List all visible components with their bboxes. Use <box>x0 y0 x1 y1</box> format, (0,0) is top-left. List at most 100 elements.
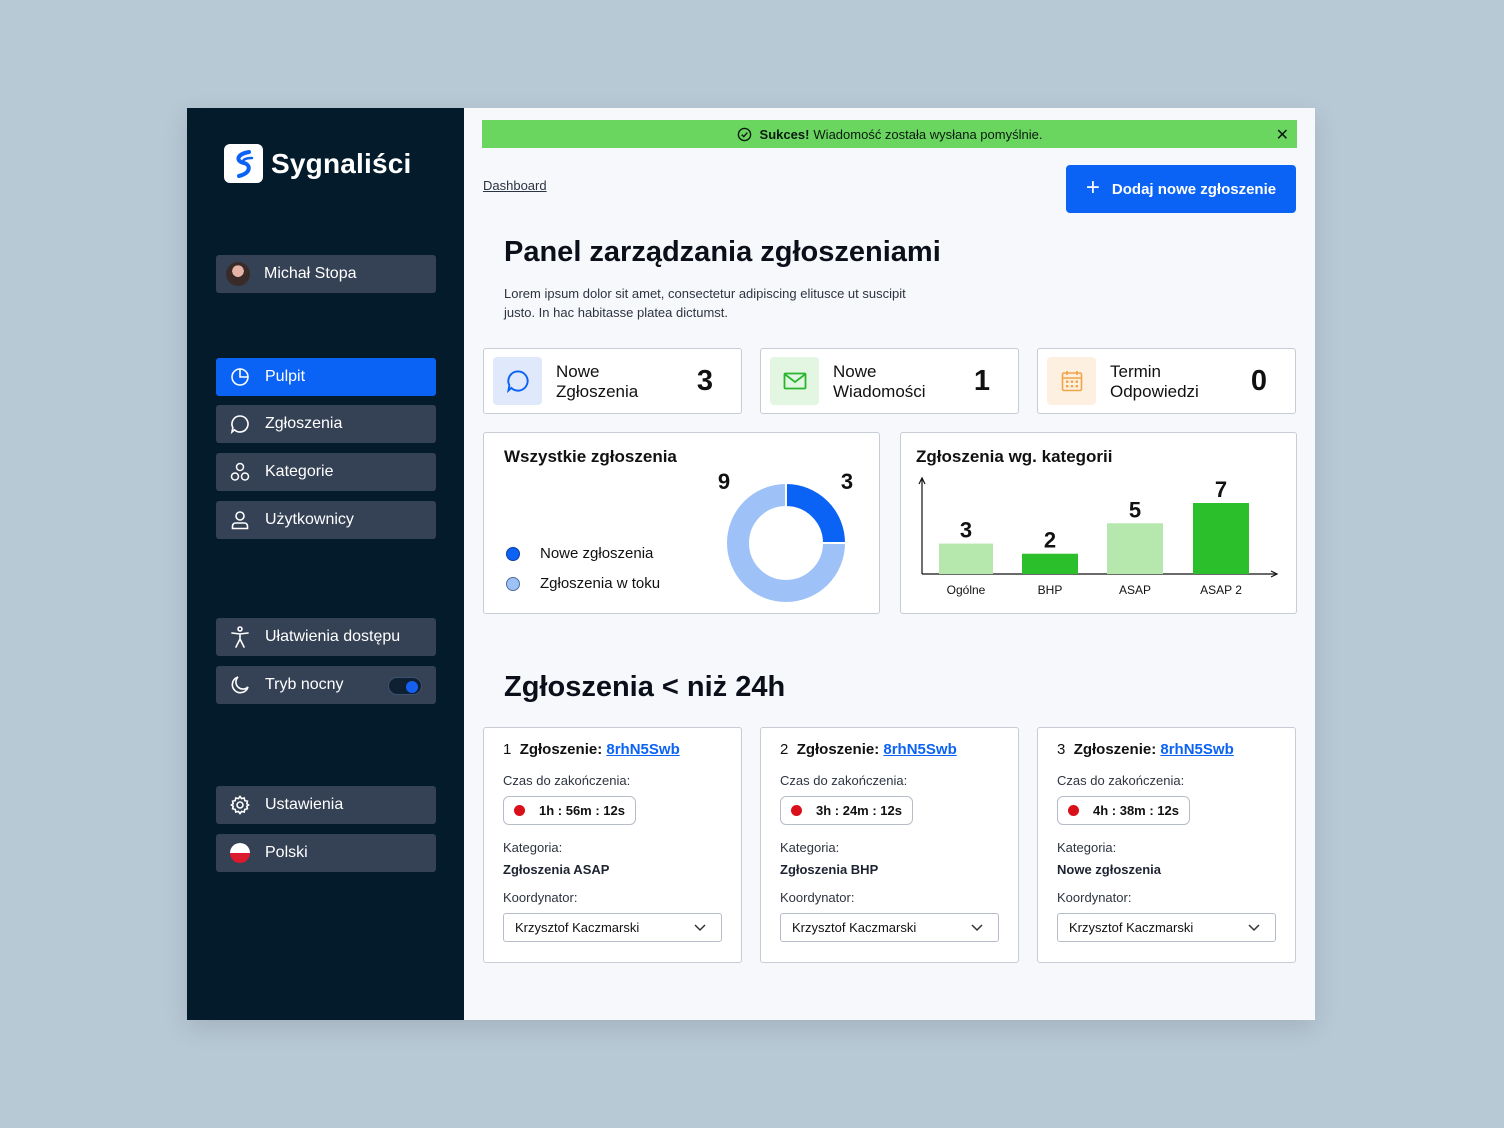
legend-item-new: Nowe zgłoszenia <box>506 545 653 562</box>
close-icon[interactable]: ✕ <box>1276 125 1289 145</box>
coordinator-select[interactable]: Krzysztof Kaczmarski <box>503 913 722 942</box>
night-mode-item: Tryb nocny <box>216 666 436 704</box>
user-icon <box>230 510 250 530</box>
breadcrumb[interactable]: Dashboard <box>483 178 547 193</box>
stat-label: Nowe Wiadomości <box>833 362 926 401</box>
night-mode-label: Tryb nocny <box>265 676 344 693</box>
coordinator-value: Krzysztof Kaczmarski <box>515 920 640 935</box>
stat-card-new-reports[interactable]: Nowe Zgłoszenia 3 <box>483 348 742 414</box>
language-label: Polski <box>265 844 308 861</box>
add-report-label: Dodaj nowe zgłoszenie <box>1111 180 1277 198</box>
ticket-label: Zgłoszenie: <box>1073 741 1157 758</box>
legend-label: Nowe zgłoszenia <box>540 545 654 562</box>
stat-label: Nowe Zgłoszenia <box>556 362 639 401</box>
sidebar-item-label: Zgłoszenia <box>265 415 343 432</box>
gear-icon <box>230 795 250 815</box>
bar-value-label: 2 <box>1044 528 1056 553</box>
sidebar-item-label: Pulpit <box>265 368 306 385</box>
page-description: Lorem ipsum dolor sit amet, consectetur … <box>504 286 906 320</box>
ticket-number: 1 <box>503 741 512 758</box>
chat-bubble-icon <box>493 357 542 405</box>
category-value: Zgłoszenia ASAP <box>503 862 610 877</box>
page-title: Panel zarządzania zgłoszeniami <box>504 236 941 268</box>
bar-chart: 3 Ogólne 2 BHP 5 ASAP 7 ASAP 2 <box>918 476 1279 597</box>
stat-value: 1 <box>973 365 990 397</box>
sidebar-item-pulpit[interactable]: Pulpit <box>216 358 436 396</box>
donut-slice <box>785 481 848 544</box>
avatar <box>226 262 250 286</box>
success-toast: Sukces! Wiadomość została wysłana pomyśl… <box>482 120 1297 148</box>
ticket-card[interactable]: 3 Zgłoszenie: 8rhN5Swb Czas do zakończen… <box>1037 727 1296 963</box>
category-label: Kategoria: <box>780 840 840 855</box>
donut-value-label: 9 <box>718 469 730 494</box>
section-title: Zgłoszenia < niż 24h <box>504 671 786 703</box>
ticket-id-link[interactable]: 8rhN5Swb <box>883 741 956 758</box>
settings-label: Ustawienia <box>265 796 344 813</box>
mail-icon <box>770 357 819 405</box>
category-label: Kategoria: <box>503 840 563 855</box>
coordinator-value: Krzysztof Kaczmarski <box>792 920 917 935</box>
ticket-card[interactable]: 2 Zgłoszenie: 8rhN5Swb Czas do zakończen… <box>760 727 1019 963</box>
ticket-number: 2 <box>780 741 789 758</box>
main-content: Sukces! Wiadomość została wysłana pomyśl… <box>464 108 1315 1020</box>
timer-value: 4h : 38m : 12s <box>1093 803 1179 818</box>
card-title: Zgłoszenia wg. kategorii <box>916 447 1113 466</box>
time-label: Czas do zakończenia: <box>1057 773 1185 788</box>
category-tick-label: Ogólne <box>947 583 986 597</box>
plus-icon: + <box>1085 174 1100 201</box>
app-window: Sygnaliści Michał Stopa Pulpit Zgłoszeni… <box>187 108 1315 1020</box>
toast-bold-text: Sukces! <box>759 126 810 142</box>
timer-value: 1h : 56m : 12s <box>539 803 625 818</box>
stat-label: Termin Odpowiedzi <box>1110 362 1199 401</box>
language-button[interactable]: Polski <box>216 834 436 872</box>
time-label: Czas do zakończenia: <box>503 773 631 788</box>
sidebar-item-kategorie[interactable]: Kategorie <box>216 453 436 491</box>
ticket-id-link[interactable]: 8rhN5Swb <box>1160 741 1233 758</box>
coordinator-select[interactable]: Krzysztof Kaczmarski <box>780 913 999 942</box>
bar-value-label: 5 <box>1129 497 1141 522</box>
category-value: Nowe zgłoszenia <box>1057 862 1162 877</box>
all-reports-card: Wszystkie zgłoszenia Nowe zgłoszenia Zgł… <box>483 432 880 614</box>
add-report-button[interactable]: + Dodaj nowe zgłoszenie <box>1066 165 1296 213</box>
card-title: Wszystkie zgłoszenia <box>504 447 677 466</box>
coordinator-label: Koordynator: <box>1057 890 1132 905</box>
chevron-down-icon <box>970 920 984 937</box>
sidebar: Sygnaliści Michał Stopa Pulpit Zgłoszeni… <box>187 108 464 1020</box>
ticket-card[interactable]: 1 Zgłoszenie: 8rhN5Swb Czas do zakończen… <box>483 727 742 963</box>
user-name: Michał Stopa <box>264 265 357 282</box>
category-tick-label: BHP <box>1038 583 1063 597</box>
ticket-id-link[interactable]: 8rhN5Swb <box>606 741 679 758</box>
night-mode-toggle[interactable] <box>388 677 422 695</box>
donut-value-label: 3 <box>841 469 853 494</box>
settings-button[interactable]: Ustawienia <box>216 786 436 824</box>
stat-card-new-messages[interactable]: Nowe Wiadomości 1 <box>760 348 1019 414</box>
logo-mark-icon <box>224 144 263 183</box>
stat-value: 0 <box>1250 365 1267 397</box>
sidebar-item-label: Użytkownicy <box>265 511 354 528</box>
app-name: Sygnaliści <box>271 147 412 179</box>
bar <box>1193 503 1249 574</box>
poland-flag-icon <box>230 843 250 863</box>
coordinator-label: Koordynator: <box>503 890 578 905</box>
accessibility-icon <box>230 626 250 648</box>
user-profile-button[interactable]: Michał Stopa <box>216 255 436 293</box>
sidebar-item-zgloszenia[interactable]: Zgłoszenia <box>216 405 436 443</box>
categories-icon <box>230 462 250 482</box>
app-logo[interactable]: Sygnaliści <box>224 144 412 183</box>
sidebar-item-label: Kategorie <box>265 463 334 480</box>
accessibility-button[interactable]: Ułatwienia dostępu <box>216 618 436 656</box>
stat-value: 3 <box>696 365 713 397</box>
category-chart-card: Zgłoszenia wg. kategorii 3 Ogólne 2 BHP 5 ASA… <box>900 432 1297 614</box>
legend-dot <box>506 546 520 561</box>
stat-card-deadline[interactable]: Termin Odpowiedzi 0 <box>1037 348 1296 414</box>
pie-chart-icon <box>230 367 250 387</box>
legend-label: Zgłoszenia w toku <box>540 575 661 592</box>
sidebar-item-uzytkownicy[interactable]: Użytkownicy <box>216 501 436 539</box>
timer-value: 3h : 24m : 12s <box>816 803 902 818</box>
legend-item-in-progress: Zgłoszenia w toku <box>506 575 660 592</box>
ticket-label: Zgłoszenie: <box>796 741 880 758</box>
bar <box>1107 523 1163 574</box>
coordinator-select[interactable]: Krzysztof Kaczmarski <box>1057 913 1276 942</box>
ticket-header: 2 Zgłoszenie: 8rhN5Swb <box>780 741 957 758</box>
ticket-label: Zgłoszenie: <box>519 741 603 758</box>
